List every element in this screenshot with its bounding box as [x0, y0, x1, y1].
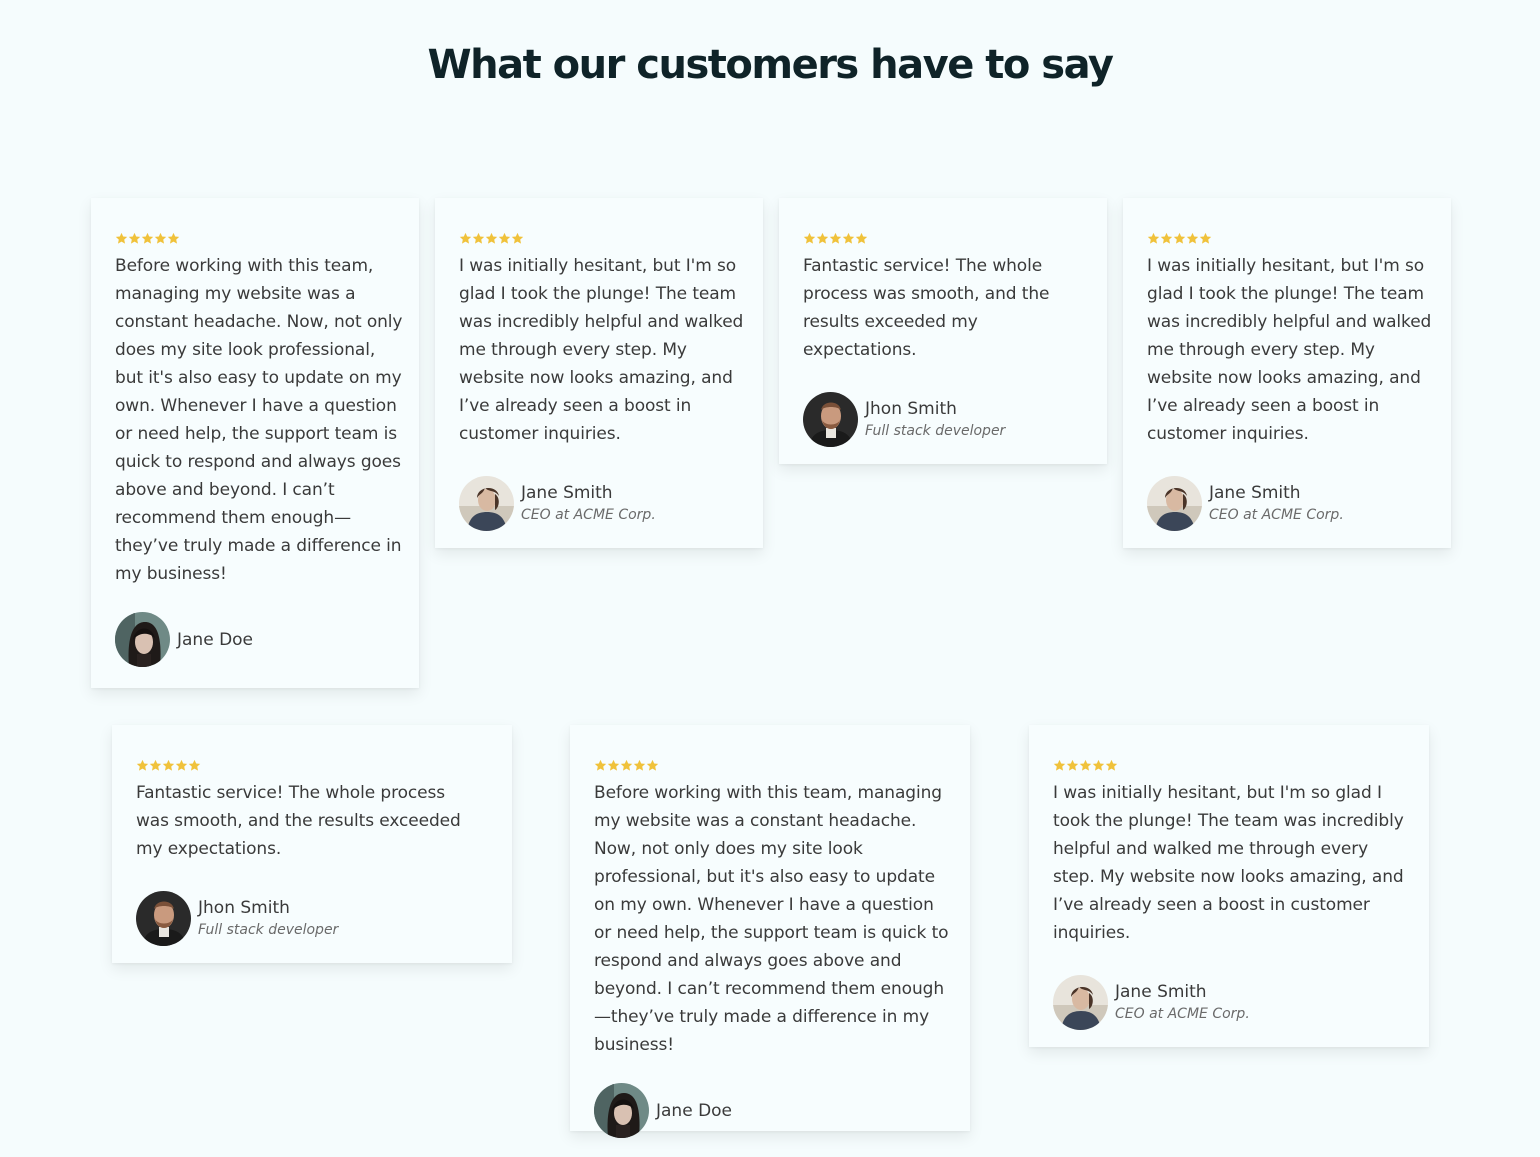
testimonial-author: Jhon Smith Full stack developer [136, 891, 512, 946]
testimonial-author: Jane Smith CEO at ACME Corp. [1053, 975, 1429, 1030]
star-icon [472, 232, 485, 244]
avatar [594, 1083, 649, 1138]
star-icon [1160, 232, 1173, 244]
testimonial-quote: I was initially hesitant, but I'm so gla… [459, 256, 744, 444]
testimonial-author: Jhon Smith Full stack developer [803, 392, 1107, 447]
star-rating [1147, 232, 1451, 246]
avatar [803, 392, 858, 447]
star-icon [498, 232, 511, 244]
star-icon [1066, 759, 1079, 771]
star-icon [149, 759, 162, 771]
testimonial-card: I was initially hesitant, but I'm so gla… [435, 198, 763, 548]
star-icon [842, 232, 855, 244]
star-icon [162, 759, 175, 771]
author-role: CEO at ACME Corp. [1209, 506, 1344, 523]
star-icon [1105, 759, 1118, 771]
star-icon [1092, 759, 1105, 771]
star-icon [646, 759, 659, 771]
star-icon [485, 232, 498, 244]
author-name: Jane Doe [177, 629, 254, 650]
testimonial-card: Fantastic service! The whole process was… [779, 198, 1107, 464]
star-rating [594, 759, 970, 773]
testimonial-card: I was initially hesitant, but I'm so gla… [1029, 725, 1429, 1047]
author-name: Jane Smith [521, 482, 613, 503]
testimonial-quote: I was initially hesitant, but I'm so gla… [1147, 256, 1432, 444]
star-icon [594, 759, 607, 771]
star-rating [136, 759, 512, 773]
star-icon [154, 232, 167, 244]
star-icon [188, 759, 201, 771]
avatar [115, 612, 170, 667]
star-rating [115, 232, 419, 246]
testimonial-quote: I was initially hesitant, but I'm so gla… [1053, 783, 1404, 943]
testimonial-author: Jane Doe [594, 1083, 970, 1138]
page-title: What our customers have to say [427, 42, 1114, 88]
author-role: Full stack developer [865, 422, 1006, 439]
author-name: Jane Doe [656, 1100, 733, 1121]
testimonial-quote: Fantastic service! The whole process was… [136, 783, 461, 859]
star-icon [1199, 232, 1212, 244]
star-icon [1053, 759, 1066, 771]
star-rating [1053, 759, 1429, 773]
author-name: Jhon Smith [198, 897, 290, 918]
star-icon [136, 759, 149, 771]
star-rating [459, 232, 763, 246]
testimonial-card: Before working with this team, managing … [91, 198, 419, 688]
author-role: CEO at ACME Corp. [521, 506, 656, 523]
star-icon [829, 232, 842, 244]
star-icon [175, 759, 188, 771]
star-icon [803, 232, 816, 244]
avatar [459, 476, 514, 531]
avatar [1053, 975, 1108, 1030]
testimonial-author: Jane Smith CEO at ACME Corp. [1147, 476, 1451, 531]
author-name: Jhon Smith [865, 398, 957, 419]
testimonial-author: Jane Doe [115, 612, 419, 667]
star-icon [607, 759, 620, 771]
star-icon [1173, 232, 1186, 244]
testimonial-quote: Before working with this team, managing … [115, 256, 403, 584]
star-icon [816, 232, 829, 244]
testimonial-card: I was initially hesitant, but I'm so gla… [1123, 198, 1451, 548]
star-icon [633, 759, 646, 771]
star-icon [1079, 759, 1092, 771]
star-icon [855, 232, 868, 244]
testimonial-quote: Fantastic service! The whole process was… [803, 256, 1050, 360]
avatar [136, 891, 191, 946]
author-name: Jane Smith [1209, 482, 1301, 503]
star-rating [803, 232, 1107, 246]
author-role: CEO at ACME Corp. [1115, 1005, 1250, 1022]
star-icon [511, 232, 524, 244]
star-icon [620, 759, 633, 771]
star-icon [115, 232, 128, 244]
star-icon [128, 232, 141, 244]
star-icon [167, 232, 180, 244]
author-name: Jane Smith [1115, 981, 1207, 1002]
testimonial-author: Jane Smith CEO at ACME Corp. [459, 476, 763, 531]
avatar [1147, 476, 1202, 531]
star-icon [1147, 232, 1160, 244]
star-icon [1186, 232, 1199, 244]
testimonial-card: Fantastic service! The whole process was… [112, 725, 512, 963]
testimonial-quote: Before working with this team, managing … [594, 783, 949, 1055]
star-icon [459, 232, 472, 244]
author-role: Full stack developer [198, 921, 339, 938]
testimonial-card: Before working with this team, managing … [570, 725, 970, 1138]
star-icon [141, 232, 154, 244]
